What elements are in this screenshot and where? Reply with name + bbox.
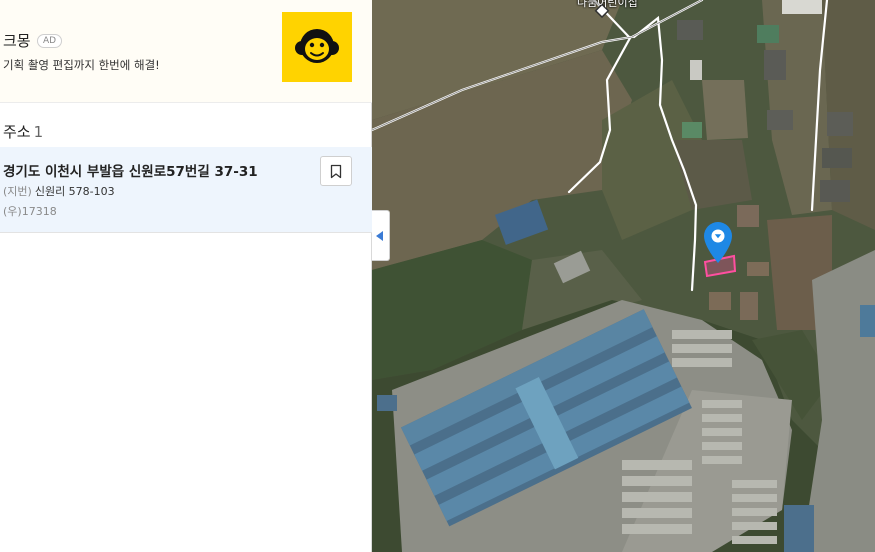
postal-code-line: (우)17318 — [3, 203, 57, 219]
ad-banner[interactable]: 크몽 AD 기획 촬영 편집까지 한번에 해결! — [0, 0, 372, 103]
postal-code: 17318 — [21, 205, 57, 218]
place-label[interactable]: 나눔어린이집 — [577, 0, 638, 10]
monkey-face-icon[interactable] — [282, 12, 352, 82]
results-heading: 주소 1 — [3, 121, 43, 142]
location-pin-icon[interactable] — [702, 220, 734, 264]
road-address[interactable]: 경기도 이천시 부발읍 신원로57번길 37-31 — [3, 160, 258, 180]
satellite-map[interactable]: 나눔어린이집 — [372, 0, 875, 552]
ad-title[interactable]: 크몽 — [3, 30, 31, 51]
bookmark-icon — [330, 164, 342, 179]
satellite-imagery — [372, 0, 875, 552]
ad-description[interactable]: 기획 촬영 편집까지 한번에 해결! — [3, 57, 160, 73]
results-count: 1 — [33, 123, 44, 141]
postal-tag: (우) — [3, 205, 22, 218]
jibun-address-line: (지번) 신원리 578-103 — [3, 183, 115, 199]
results-heading-label: 주소 — [3, 123, 31, 141]
jibun-address: 신원리 578-103 — [34, 185, 115, 198]
result-item[interactable]: 경기도 이천시 부발읍 신원로57번길 37-31 (지번) 신원리 578-10… — [0, 147, 372, 233]
search-result-panel: 크몽 AD 기획 촬영 편집까지 한번에 해결! 주소 1 경기도 이천시 부발읍… — [0, 0, 372, 552]
ad-badge: AD — [37, 34, 63, 48]
caret-left-icon — [376, 231, 383, 241]
panel-collapse-button[interactable] — [372, 210, 390, 261]
jibun-tag: (지번) — [3, 185, 32, 198]
bookmark-button[interactable] — [320, 156, 352, 186]
